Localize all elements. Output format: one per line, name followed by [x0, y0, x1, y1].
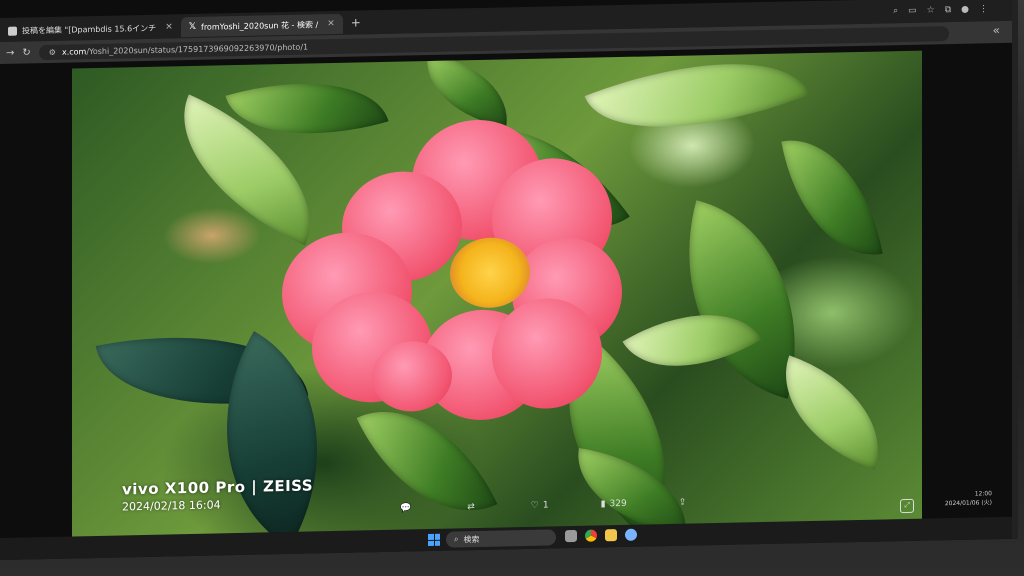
close-icon[interactable]: ✕ — [327, 19, 335, 29]
zoom-icon[interactable]: ⌕ — [893, 6, 898, 16]
bar-chart-icon: ▮ — [600, 499, 606, 510]
camera-watermark: vivo X100 Pro | ZEISS 2024/02/18 16:04 — [122, 476, 313, 513]
watermark-model: vivo X100 Pro | ZEISS — [122, 476, 314, 499]
collapse-panel-icon[interactable]: « — [993, 23, 1000, 37]
repost-button[interactable]: ⇄ — [467, 502, 479, 512]
search-icon: ⌕ — [454, 534, 459, 544]
x-logo-icon: 𝕏 — [188, 21, 196, 33]
leaf — [417, 53, 517, 127]
system-clock[interactable]: 12:00 2024/01/06 (火) — [945, 489, 992, 508]
laptop-screen: 投稿を編集 "[Dpambdis 15.6インチ ✕ 𝕏 fromYoshi_2… — [0, 0, 1018, 560]
task-view-icon[interactable] — [565, 529, 577, 543]
file-explorer-icon[interactable] — [605, 529, 617, 542]
expand-icon[interactable]: ⤢ — [900, 498, 914, 514]
url-path: /Yoshi_2020sun/status/175917396909226397… — [86, 42, 309, 56]
taskbar-apps — [565, 528, 637, 543]
share-button[interactable]: ⇪ — [679, 498, 691, 508]
page-icon — [8, 26, 17, 36]
clock-date: 2024/01/06 (火) — [944, 499, 992, 508]
share-icon: ⇪ — [678, 497, 687, 508]
url-domain: x.com — [61, 46, 87, 57]
tab-label: fromYoshi_2020sun 花 - 検索 / — [201, 19, 319, 32]
menu-icon[interactable]: ⋮ — [979, 4, 988, 14]
reload-icon[interactable]: ↻ — [22, 47, 30, 58]
forward-icon[interactable]: → — [6, 47, 14, 58]
reply-icon: 💬 — [400, 503, 412, 514]
repost-icon: ⇄ — [467, 502, 475, 513]
chrome-icon[interactable] — [585, 529, 597, 542]
new-tab-button[interactable]: + — [343, 15, 369, 30]
browser-toolbar-icons: ⌕ ▭ ☆ ⧉ ● ⋮ — [893, 4, 1012, 16]
leaf — [584, 50, 810, 171]
cast-icon[interactable]: ▭ — [908, 6, 917, 16]
windows-start-icon[interactable] — [428, 533, 440, 547]
like-count: 1 — [542, 500, 549, 511]
tab-x-search[interactable]: 𝕏 fromYoshi_2020sun 花 - 検索 / ✕ — [180, 13, 343, 38]
settings-icon[interactable] — [625, 528, 637, 541]
taskbar-search[interactable]: ⌕ 検索 — [446, 529, 556, 548]
search-label: 検索 — [463, 534, 480, 544]
photo-viewer-image[interactable]: vivo X100 Pro | ZEISS 2024/02/18 16:04 ⤢ — [72, 50, 922, 539]
bookmark-icon[interactable]: ☆ — [927, 5, 935, 15]
extensions-icon[interactable]: ⧉ — [945, 5, 951, 15]
leaf — [781, 126, 883, 270]
heart-icon: ♡ — [530, 500, 539, 511]
like-button[interactable]: ♡ 1 — [531, 501, 549, 511]
tab-edit-post[interactable]: 投稿を編集 "[Dpambdis 15.6インチ ✕ — [0, 17, 181, 41]
profile-icon[interactable]: ● — [961, 5, 969, 15]
tab-label: 投稿を編集 "[Dpambdis 15.6インチ — [22, 23, 157, 36]
site-info-icon[interactable]: ⚙ — [49, 47, 56, 56]
views-count: 329 — [609, 498, 627, 510]
views-button[interactable]: ▮ 329 — [601, 499, 627, 510]
reply-button[interactable]: 💬 — [400, 503, 415, 513]
close-icon[interactable]: ✕ — [165, 22, 173, 32]
